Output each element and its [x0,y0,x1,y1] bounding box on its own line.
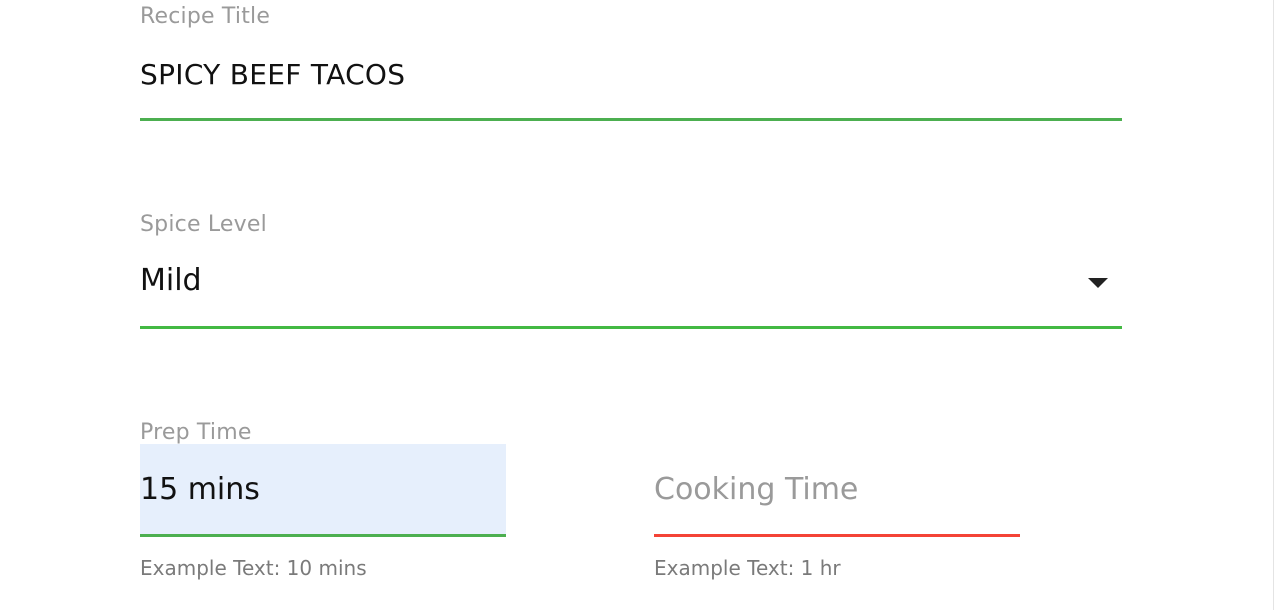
prep-time-helper-text: Example Text: 10 mins [140,556,367,580]
recipe-form-page: Recipe Title SPICY BEEF TACOS Spice Leve… [0,0,1286,610]
cooking-time-underline [654,534,1020,537]
recipe-title-field[interactable]: Recipe Title SPICY BEEF TACOS [140,0,1122,125]
spice-level-field[interactable]: Spice Level Mild [140,210,1122,335]
spice-level-label: Spice Level [140,212,267,237]
prep-time-input[interactable]: 15 mins [140,472,260,507]
spice-level-underline [140,326,1122,329]
cooking-time-helper-text: Example Text: 1 hr [654,556,841,580]
prep-time-underline [140,534,506,537]
recipe-title-underline [140,118,1122,121]
prep-time-label: Prep Time [140,420,252,445]
spice-level-select[interactable]: Mild [140,263,202,298]
cooking-time-input[interactable]: Cooking Time [654,472,858,507]
recipe-title-label: Recipe Title [140,4,271,29]
caret-down-icon[interactable] [1088,278,1108,288]
page-divider [1273,0,1274,610]
cooking-time-field[interactable]: Cooking Time Example Text: 1 hr [654,418,1020,588]
recipe-title-input[interactable]: SPICY BEEF TACOS [140,58,405,91]
prep-time-field[interactable]: Prep Time 15 mins Example Text: 10 mins [140,418,506,588]
